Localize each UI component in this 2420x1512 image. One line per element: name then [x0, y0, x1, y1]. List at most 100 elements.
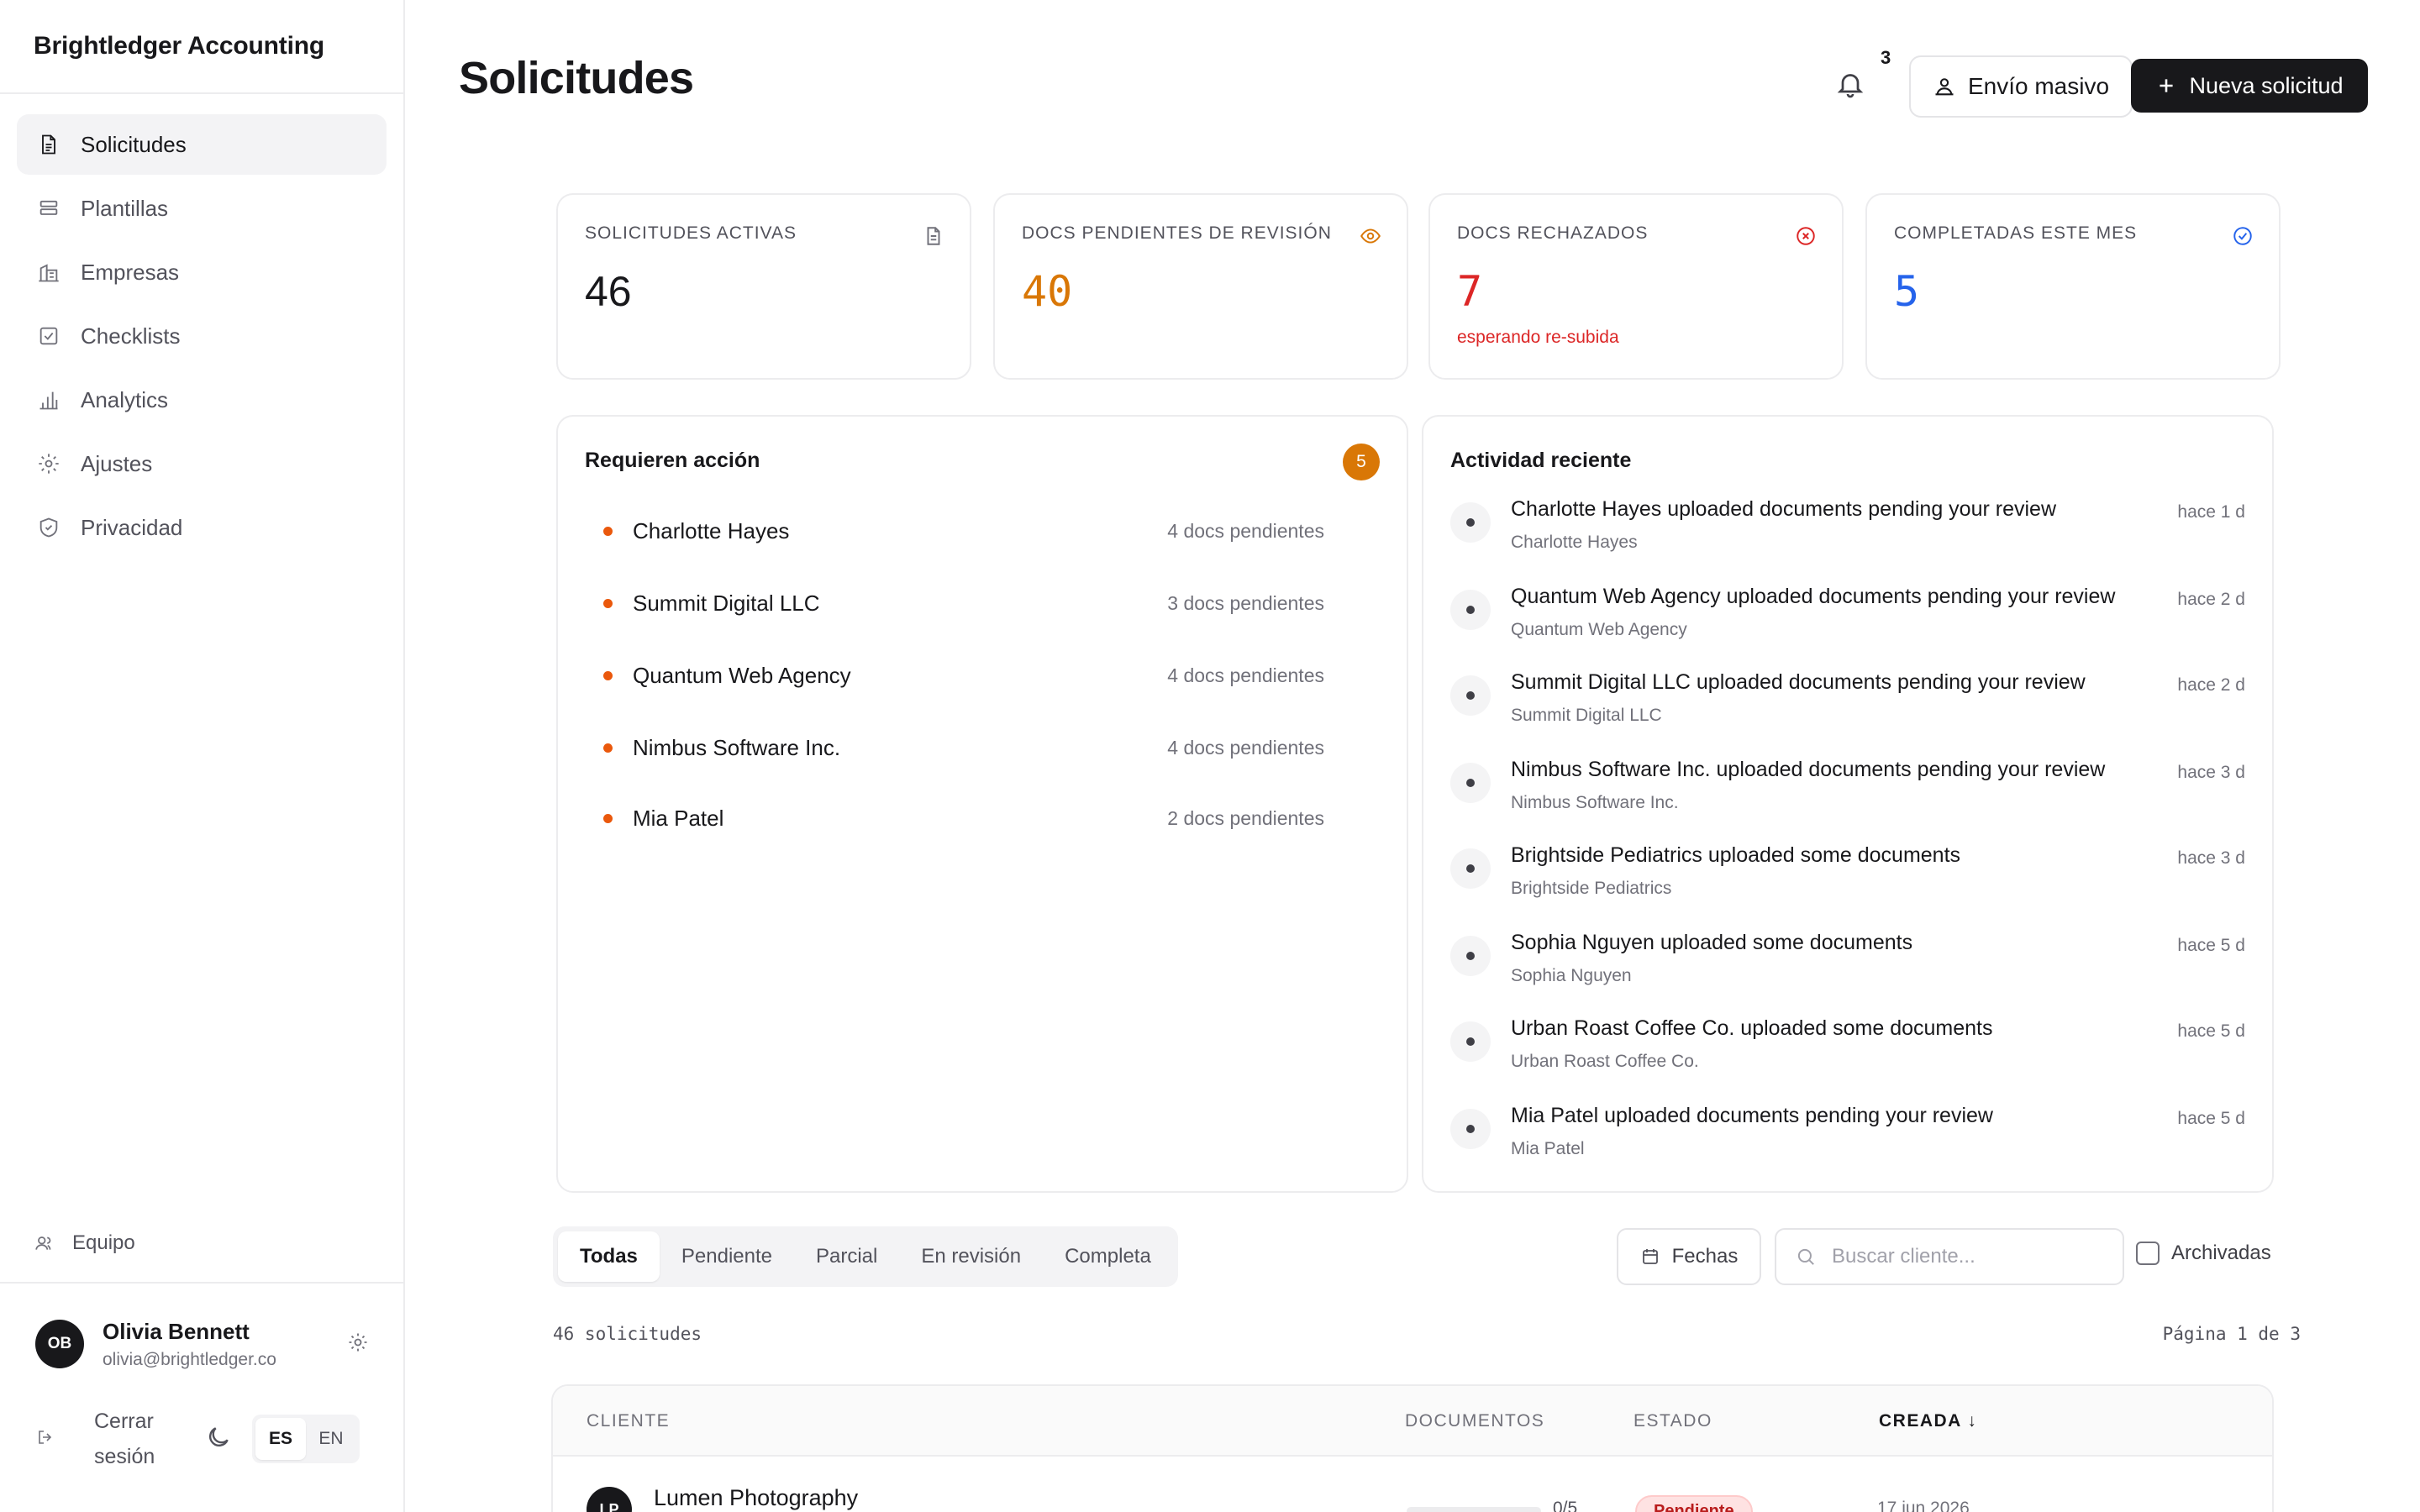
- activity-title: Nimbus Software Inc. uploaded documents …: [1511, 758, 2106, 781]
- stat-label: DOCS RECHAZADOS: [1457, 223, 1649, 243]
- activity-title: Sophia Nguyen uploaded some documents: [1511, 931, 1913, 954]
- action-client-name: Summit Digital LLC: [633, 590, 820, 616]
- tab-parcial[interactable]: Parcial: [794, 1231, 899, 1282]
- page-title: Solicitudes: [459, 53, 694, 103]
- logout-row: Cerrar sesión ES EN: [35, 1401, 370, 1477]
- activity-item[interactable]: Quantum Web Agency uploaded documents pe…: [1450, 585, 2245, 652]
- column-header-documents[interactable]: DOCUMENTOS: [1405, 1411, 1544, 1431]
- activity-item[interactable]: Sophia Nguyen uploaded some documents Sop…: [1450, 931, 2245, 998]
- documents-progress-bar: [1407, 1507, 1541, 1512]
- activity-client: Mia Patel: [1511, 1139, 1585, 1158]
- activity-time: hace 1 d: [2177, 502, 2245, 522]
- activity-item[interactable]: Charlotte Hayes uploaded documents pendi…: [1450, 497, 2245, 564]
- activity-time: hace 5 d: [2177, 1021, 2245, 1041]
- table-row[interactable]: LP Lumen Photography 0/5 Pendiente 17 ju…: [553, 1457, 2272, 1512]
- tab-pendiente[interactable]: Pendiente: [660, 1231, 794, 1282]
- action-client-name: Mia Patel: [633, 805, 724, 831]
- document-icon: [37, 133, 60, 156]
- column-header-created[interactable]: CREADA ↓: [1879, 1411, 1977, 1431]
- moon-icon[interactable]: [205, 1424, 232, 1455]
- recent-activity-panel: Actividad reciente Charlotte Hayes uploa…: [1422, 415, 2274, 1193]
- archived-checkbox[interactable]: Archivadas: [2136, 1242, 2271, 1265]
- activity-client: Summit Digital LLC: [1511, 706, 1662, 725]
- new-request-label: Nueva solicitud: [2189, 72, 2344, 98]
- stat-card-pending-review: DOCS PENDIENTES DE REVISIÓN 40: [993, 193, 1408, 380]
- activity-client: Brightside Pediatrics: [1511, 879, 1672, 898]
- team-label: Equipo: [72, 1231, 135, 1254]
- eye-icon: [1360, 225, 1381, 251]
- activity-time: hace 3 d: [2177, 848, 2245, 868]
- stat-label: COMPLETADAS ESTE MES: [1894, 223, 2138, 243]
- documents-count: 0/5: [1553, 1499, 1578, 1512]
- activity-item[interactable]: Brightside Pediatrics uploaded some docu…: [1450, 843, 2245, 911]
- activity-dot-icon: [1450, 848, 1491, 889]
- stat-value: 46: [585, 268, 632, 315]
- stat-card-active: SOLICITUDES ACTIVAS 46: [556, 193, 971, 380]
- activity-dot-icon: [1450, 763, 1491, 803]
- user-name: Olivia Bennett: [103, 1318, 250, 1344]
- dates-filter-button[interactable]: Fechas: [1617, 1228, 1761, 1285]
- calendar-icon: [1642, 1249, 1658, 1264]
- gear-icon[interactable]: [346, 1331, 370, 1358]
- activity-title: Urban Roast Coffee Co. uploaded some doc…: [1511, 1016, 1993, 1040]
- results-count: 46 solicitudes: [553, 1324, 702, 1344]
- user-email: olivia@brightledger.co: [103, 1349, 276, 1369]
- activity-item[interactable]: Summit Digital LLC uploaded documents pe…: [1450, 670, 2245, 738]
- sidebar-item-analytics[interactable]: Analytics: [17, 370, 387, 430]
- action-client-name: Charlotte Hayes: [633, 517, 790, 543]
- bulk-send-label: Envío masivo: [1967, 73, 2110, 99]
- activity-title: Summit Digital LLC uploaded documents pe…: [1511, 670, 2086, 694]
- action-client-name: Quantum Web Agency: [633, 662, 851, 688]
- stat-value: 5: [1894, 267, 1920, 316]
- bulk-send-button[interactable]: Envío masivo: [1909, 55, 2133, 118]
- search-input[interactable]: [1832, 1245, 2101, 1268]
- activity-item[interactable]: Urban Roast Coffee Co. uploaded some doc…: [1450, 1016, 2245, 1084]
- action-doc-count: 4 docs pendientes: [1167, 519, 1324, 542]
- checkbox-box[interactable]: [2136, 1242, 2160, 1265]
- status-tabs: Todas Pendiente Parcial En revisión Comp…: [553, 1226, 1178, 1287]
- column-header-client[interactable]: CLIENTE: [587, 1411, 670, 1431]
- language-en-button[interactable]: EN: [306, 1418, 356, 1460]
- bell-icon[interactable]: [1835, 69, 1865, 103]
- logout-icon[interactable]: [35, 1427, 55, 1452]
- sidebar-item-label: Solicitudes: [81, 131, 187, 157]
- team-icon: [35, 1236, 51, 1250]
- sidebar-item-ajustes[interactable]: Ajustes: [17, 433, 387, 494]
- language-switch: ES EN: [252, 1415, 360, 1463]
- action-item[interactable]: Summit Digital LLC 3 docs pendientes: [603, 586, 1324, 620]
- panel-title: Requieren acción: [585, 449, 760, 472]
- activity-client: Sophia Nguyen: [1511, 966, 1632, 985]
- sidebar-item-privacidad[interactable]: Privacidad: [17, 497, 387, 558]
- user-profile: OB Olivia Bennett olivia@brightledger.co: [35, 1317, 370, 1371]
- language-es-button[interactable]: ES: [255, 1418, 306, 1460]
- action-doc-count: 4 docs pendientes: [1167, 736, 1324, 759]
- action-doc-count: 2 docs pendientes: [1167, 806, 1324, 829]
- stat-card-rejected: DOCS RECHAZADOS 7 esperando re-subida: [1428, 193, 1844, 380]
- bar-chart-icon: [37, 388, 60, 412]
- tab-en-revision[interactable]: En revisión: [899, 1231, 1043, 1282]
- activity-item[interactable]: Mia Patel uploaded documents pending you…: [1450, 1104, 2245, 1171]
- action-item[interactable]: Charlotte Hayes 4 docs pendientes: [603, 514, 1324, 548]
- activity-item[interactable]: Nimbus Software Inc. uploaded documents …: [1450, 758, 2245, 825]
- avatar: LP: [587, 1487, 632, 1512]
- search-box: [1775, 1228, 2124, 1285]
- logout-button[interactable]: Cerrar sesión: [94, 1404, 170, 1474]
- check-circle-icon: [2232, 225, 2254, 251]
- sidebar-item-equipo[interactable]: Equipo: [34, 1231, 135, 1255]
- archived-label: Archivadas: [2171, 1242, 2271, 1264]
- tab-completa[interactable]: Completa: [1043, 1231, 1173, 1282]
- app-brand: Brightledger Accounting: [0, 0, 403, 94]
- action-item[interactable]: Quantum Web Agency 4 docs pendientes: [603, 659, 1324, 692]
- tab-todas[interactable]: Todas: [558, 1231, 660, 1282]
- sidebar-item-label: Empresas: [81, 259, 180, 285]
- sidebar-item-plantillas[interactable]: Plantillas: [17, 178, 387, 239]
- sidebar-item-empresas[interactable]: Empresas: [17, 242, 387, 302]
- column-header-status[interactable]: ESTADO: [1634, 1411, 1712, 1431]
- new-request-button[interactable]: Nueva solicitud: [2131, 59, 2368, 113]
- sidebar-item-solicitudes[interactable]: Solicitudes: [17, 114, 387, 175]
- sidebar-item-checklists[interactable]: Checklists: [17, 306, 387, 366]
- checkbox-icon: [37, 324, 60, 348]
- action-item[interactable]: Mia Patel 2 docs pendientes: [603, 801, 1324, 835]
- action-item[interactable]: Nimbus Software Inc. 4 docs pendientes: [603, 731, 1324, 764]
- action-doc-count: 4 docs pendientes: [1167, 664, 1324, 686]
